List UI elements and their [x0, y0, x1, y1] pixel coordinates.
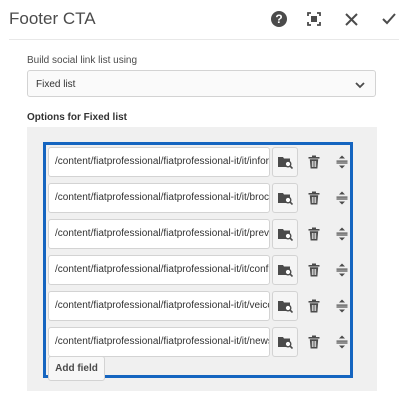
drag-handle[interactable]	[331, 291, 353, 321]
trash-icon	[308, 227, 320, 241]
trash-icon	[308, 191, 320, 205]
build-select-label: Build social link list using	[27, 55, 138, 66]
path-field[interactable]: /content/fiatprofessional/fiatprofession…	[48, 255, 270, 285]
drag-handle[interactable]	[331, 147, 353, 177]
help-glyph: ?	[271, 11, 287, 27]
drag-handle[interactable]	[331, 327, 353, 357]
path-field[interactable]: /content/fiatprofessional/fiatprofession…	[48, 183, 270, 213]
delete-button[interactable]	[303, 255, 325, 285]
close-icon[interactable]	[340, 8, 362, 30]
reorder-icon	[336, 299, 348, 313]
trash-icon	[308, 155, 320, 169]
reorder-icon	[336, 191, 348, 205]
dialog-title: Footer CTA	[9, 9, 96, 28]
browse-button[interactable]	[272, 255, 298, 285]
delete-button[interactable]	[303, 147, 325, 177]
check-icon[interactable]	[378, 8, 400, 30]
trash-icon	[308, 299, 320, 313]
build-select-value: Fixed list	[36, 79, 76, 90]
browse-button[interactable]	[272, 219, 298, 249]
delete-button[interactable]	[303, 219, 325, 249]
folder-search-icon	[278, 193, 293, 205]
reorder-icon	[336, 227, 348, 241]
drag-handle[interactable]	[331, 255, 353, 285]
delete-button[interactable]	[303, 291, 325, 321]
reorder-icon	[336, 155, 348, 169]
folder-search-icon	[278, 229, 293, 241]
drag-handle[interactable]	[331, 219, 353, 249]
build-select[interactable]: Fixed list	[27, 70, 376, 97]
path-field[interactable]: /content/fiatprofessional/fiatprofession…	[48, 147, 270, 177]
reorder-icon	[336, 263, 348, 277]
trash-icon	[308, 335, 320, 349]
drag-handle[interactable]	[331, 183, 353, 213]
browse-button[interactable]	[272, 291, 298, 321]
add-field-button[interactable]: Add field	[48, 356, 105, 381]
path-field[interactable]: /content/fiatprofessional/fiatprofession…	[48, 219, 270, 249]
chevron-down-icon	[354, 78, 366, 96]
options-label: Options for Fixed list	[27, 112, 128, 123]
path-field[interactable]: /content/fiatprofessional/fiatprofession…	[48, 291, 270, 321]
browse-button[interactable]	[272, 147, 298, 177]
folder-search-icon	[278, 301, 293, 313]
path-field[interactable]: /content/fiatprofessional/fiatprofession…	[48, 327, 270, 357]
folder-search-icon	[278, 337, 293, 349]
delete-button[interactable]	[303, 327, 325, 357]
header-divider	[9, 39, 399, 40]
trash-icon	[308, 263, 320, 277]
dialog-header: Footer CTA ?	[0, 0, 408, 40]
help-icon[interactable]: ?	[268, 8, 290, 30]
browse-button[interactable]	[272, 183, 298, 213]
folder-search-icon	[278, 157, 293, 169]
browse-button[interactable]	[272, 327, 298, 357]
delete-button[interactable]	[303, 183, 325, 213]
reorder-icon	[336, 335, 348, 349]
folder-search-icon	[278, 265, 293, 277]
fullscreen-icon[interactable]	[303, 8, 325, 30]
